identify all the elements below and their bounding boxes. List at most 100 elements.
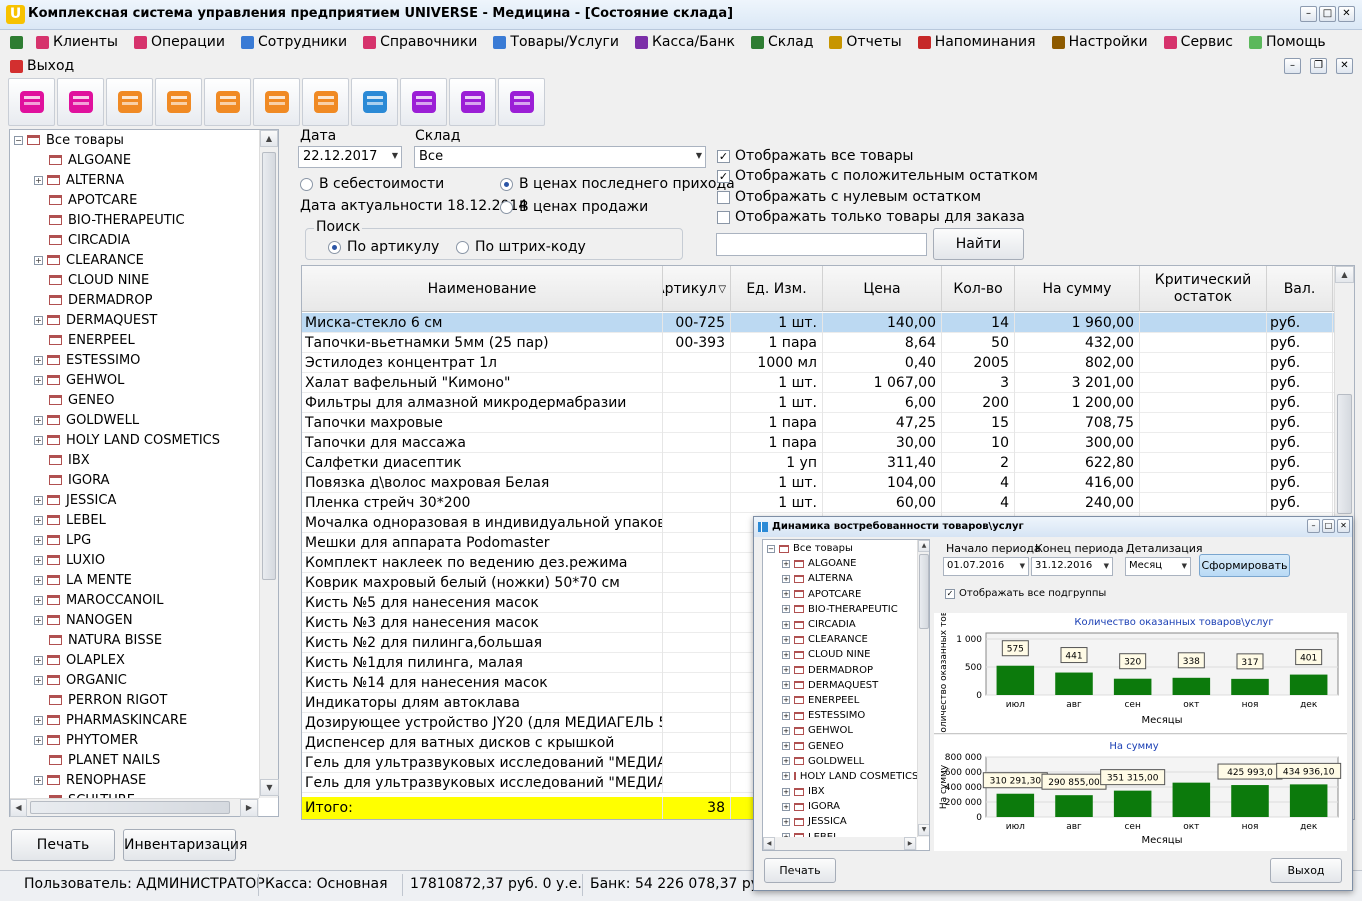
expand-icon[interactable]: + xyxy=(782,650,790,659)
menu-service[interactable]: Сервис xyxy=(1163,32,1233,52)
checkbox-checked[interactable]: ✓ xyxy=(717,149,730,163)
expand-icon[interactable]: + xyxy=(34,255,43,265)
popup-goods-tree[interactable]: − Все товары + ALGOANE + ALTERNA + APOTCARE + BIO… xyxy=(762,539,930,851)
popup-tree-item[interactable]: + BIO-THERAPEUTIC xyxy=(763,602,917,617)
checkbox-unchecked[interactable] xyxy=(717,210,730,224)
expand-icon[interactable]: + xyxy=(34,715,43,725)
menu-reports[interactable]: Отчеты xyxy=(829,32,902,52)
expand-icon[interactable]: + xyxy=(34,495,43,505)
tree-vertical-scrollbar[interactable]: ▲ ▼ xyxy=(259,130,279,798)
popup-tree-item[interactable]: + CIRCADIA xyxy=(763,617,917,632)
col-header-critical[interactable]: Критический остаток xyxy=(1140,266,1267,312)
popup-close-button[interactable]: ✕ xyxy=(1337,519,1350,533)
tree-item[interactable]: + GEHWOL xyxy=(10,370,258,390)
expand-icon[interactable]: + xyxy=(782,635,790,644)
menu-warehouse[interactable]: Склад xyxy=(750,32,813,52)
money-bag-toolbar-button[interactable] xyxy=(400,78,447,126)
period-end-field[interactable]: 31.12.2016 ▼ xyxy=(1031,557,1113,576)
expand-icon[interactable]: + xyxy=(782,696,790,705)
expand-icon[interactable]: + xyxy=(782,574,790,583)
minimize-button[interactable]: – xyxy=(1300,6,1317,22)
inventory-button[interactable]: Инвентаризация xyxy=(123,829,247,861)
tree-item[interactable]: + ESTESSIMO xyxy=(10,350,258,370)
warehouse-select[interactable]: Все ▼ xyxy=(414,146,706,168)
expand-icon[interactable]: + xyxy=(34,615,43,625)
chk-zero[interactable]: Отображать с нулевым остатком xyxy=(717,189,981,205)
tree-item[interactable]: + OLAPLEX xyxy=(10,650,258,670)
col-header-price[interactable]: Цена xyxy=(823,266,942,312)
expand-icon[interactable]: + xyxy=(782,605,790,614)
tree-item[interactable]: + LPG xyxy=(10,530,258,550)
expand-icon[interactable]: + xyxy=(34,175,43,185)
radio-cost-circle[interactable] xyxy=(300,177,313,191)
expand-icon[interactable]: + xyxy=(782,787,790,796)
popup-tree-item[interactable]: + ALTERNA xyxy=(763,571,917,586)
table-row[interactable]: Фильтры для алмазной микродермабразии 1 ш… xyxy=(302,393,1334,413)
clients-toolbar-button[interactable] xyxy=(8,78,55,126)
expand-icon[interactable]: + xyxy=(34,515,43,525)
mdi-minimize-button[interactable]: – xyxy=(1284,58,1301,74)
print-button[interactable]: Печать xyxy=(11,829,115,861)
collapse-icon[interactable]: − xyxy=(767,544,775,553)
popup-tree-root[interactable]: − Все товары xyxy=(763,541,917,556)
expand-icon[interactable]: + xyxy=(782,711,790,720)
chk-order[interactable]: Отображать только товары для заказа xyxy=(717,209,1025,225)
col-header-currency[interactable]: Вал. xyxy=(1267,266,1333,312)
checkbox-checked[interactable]: ✓ xyxy=(717,169,730,183)
mdi-close-button[interactable]: ✕ xyxy=(1336,58,1353,74)
popup-maximize-button[interactable]: □ xyxy=(1322,519,1335,533)
close-button[interactable]: ✕ xyxy=(1338,6,1355,22)
menu-settings[interactable]: Настройки xyxy=(1051,32,1148,52)
col-header-name[interactable]: Наименование xyxy=(302,266,663,312)
calendar-toolbar-button[interactable] xyxy=(302,78,349,126)
col-header-article[interactable]: Артикул▽ xyxy=(663,266,731,312)
popup-tree-item[interactable]: + CLEARANCE xyxy=(763,632,917,647)
radio-last-price[interactable]: В ценах последнего прихода xyxy=(500,176,735,192)
menu-clients[interactable]: Клиенты xyxy=(36,32,118,52)
scroll-thumb[interactable] xyxy=(1337,394,1352,514)
radio-sale-price[interactable]: В ценах продажи xyxy=(500,199,648,215)
tree-item[interactable]: IBX xyxy=(10,450,258,470)
menu-reminders[interactable]: Напоминания xyxy=(917,32,1036,52)
popup-tree-item[interactable]: + IGORA xyxy=(763,799,917,814)
table-row[interactable]: Миска-стекло 6 см 00-725 1 шт. 140,00 14 1 96… xyxy=(302,313,1334,333)
search-by-barcode[interactable]: По штрих-коду xyxy=(456,239,586,255)
popup-tree-scrollbar[interactable]: ▲ ▼ xyxy=(917,540,929,837)
popup-tree-item[interactable]: + ESTESSIMO xyxy=(763,708,917,723)
checkbox-unchecked[interactable] xyxy=(717,190,730,204)
expand-icon[interactable]: + xyxy=(34,415,43,425)
popup-exit-button[interactable]: Выход xyxy=(1270,858,1342,883)
maximize-button[interactable]: □ xyxy=(1319,6,1336,22)
expand-icon[interactable]: + xyxy=(34,375,43,385)
tree-item[interactable]: GENEO xyxy=(10,390,258,410)
tree-item[interactable]: + PHARMASKINCARE xyxy=(10,710,258,730)
col-header-sum[interactable]: На сумму xyxy=(1015,266,1140,312)
popup-tree-item[interactable]: + IBX xyxy=(763,784,917,799)
expand-icon[interactable]: + xyxy=(782,681,790,690)
radio-last-price-circle[interactable] xyxy=(500,177,513,191)
tree-item[interactable]: + JESSICA xyxy=(10,490,258,510)
tree-item[interactable]: SCULTURE xyxy=(10,790,258,798)
table-row[interactable]: Салфетки диасептик 1 уп 311,40 2 622,80 руб. xyxy=(302,453,1334,473)
menu-employees[interactable]: Сотрудники xyxy=(240,32,347,52)
tree-item[interactable]: + ORGANIC xyxy=(10,670,258,690)
table-row[interactable]: Халат вафельный "Кимоно" 1 шт. 1 067,00 3 3 … xyxy=(302,373,1334,393)
popup-minimize-button[interactable]: – xyxy=(1307,519,1320,533)
expand-icon[interactable]: + xyxy=(782,666,790,675)
tree-item[interactable]: + LA MENTE xyxy=(10,570,258,590)
folder-toolbar-button[interactable] xyxy=(155,78,202,126)
mdi-restore-button[interactable]: ❐ xyxy=(1310,58,1327,74)
tree-item[interactable]: + LEBEL xyxy=(10,510,258,530)
tree-item[interactable]: BIO-THERAPEUTIC xyxy=(10,210,258,230)
expand-icon[interactable]: + xyxy=(782,742,790,751)
expand-icon[interactable]: + xyxy=(782,559,790,568)
tree-item[interactable]: PLANET NAILS xyxy=(10,750,258,770)
date-field[interactable]: 22.12.2017 ▼ xyxy=(298,146,402,168)
medical-card-toolbar-button[interactable] xyxy=(57,78,104,126)
find-button[interactable]: Найти xyxy=(933,228,1024,260)
tree-item[interactable]: DERMADROP xyxy=(10,290,258,310)
popup-print-button[interactable]: Печать xyxy=(764,858,836,883)
menu-help[interactable]: Помощь xyxy=(1249,32,1326,52)
popup-tree-item[interactable]: + ALGOANE xyxy=(763,556,917,571)
popup-tree-item[interactable]: + GOLDWELL xyxy=(763,754,917,769)
